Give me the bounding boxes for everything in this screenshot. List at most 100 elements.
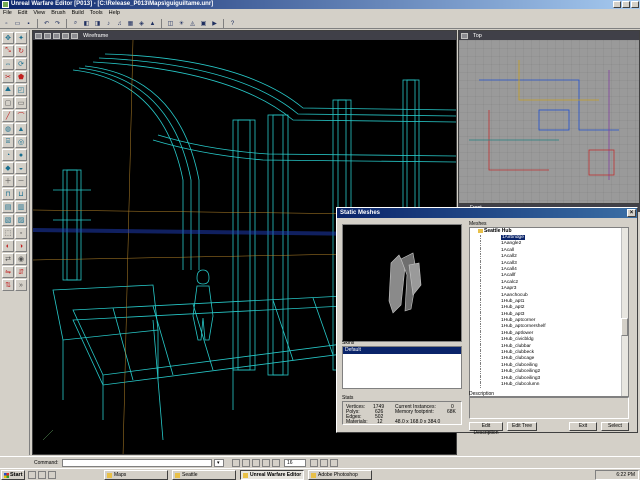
mirror-y-icon[interactable]: ⇵ [15, 266, 27, 278]
cone-builder-icon[interactable]: ▲ [15, 123, 27, 135]
hide-selected-icon[interactable]: ◐ [2, 240, 14, 252]
viewport-menu-icon[interactable] [35, 32, 42, 39]
maximize-viewport-icon[interactable] [330, 459, 338, 467]
add-special-icon[interactable]: ▥ [15, 201, 27, 213]
group-browser-icon[interactable]: ◨ [93, 19, 102, 28]
deintersect-icon[interactable]: ⊔ [15, 188, 27, 200]
build-geometry-icon[interactable]: ◫ [166, 19, 175, 28]
line-icon[interactable]: ╱ [2, 110, 14, 122]
menu-view[interactable]: View [33, 9, 45, 18]
viewport-mode-icon[interactable] [44, 32, 51, 39]
sheet-builder-icon[interactable]: ▭ [15, 97, 27, 109]
camera-icon[interactable] [320, 459, 328, 467]
spiral-stair-builder-icon[interactable]: ◎ [15, 136, 27, 148]
task-seattle[interactable]: Seattle [172, 470, 236, 480]
mesh-preview[interactable] [342, 224, 462, 342]
viewport-mode-icon[interactable] [53, 32, 60, 39]
new-icon[interactable]: ▫ [2, 19, 11, 28]
quicklaunch-desktop-icon[interactable] [28, 471, 36, 479]
lock-icon[interactable] [242, 459, 250, 467]
intersect-icon[interactable]: ⊓ [2, 188, 14, 200]
mesh-tree-item[interactable]: 1Hub_clubcolumn [480, 381, 628, 389]
build-paths-icon[interactable]: ◬ [188, 19, 197, 28]
task-maps[interactable]: Maps [104, 470, 168, 480]
edit-tree-button[interactable]: Edit Tree [507, 422, 537, 431]
redo-icon[interactable]: ↷ [53, 19, 62, 28]
scrollbar-thumb[interactable] [621, 318, 628, 336]
scale-icon[interactable]: ⤡ [2, 45, 14, 57]
sphere-builder-icon[interactable]: ● [15, 149, 27, 161]
terrain-builder-icon[interactable]: ◒ [15, 162, 27, 174]
brush-clip-icon[interactable]: ✂ [2, 71, 14, 83]
curved-stair-builder-icon[interactable]: ◔ [2, 149, 14, 161]
texture-rotate-icon[interactable]: ⟳ [15, 58, 27, 70]
build-lighting-icon[interactable]: ☀ [177, 19, 186, 28]
edit-description-button[interactable]: Edit Description [469, 422, 503, 436]
quicklaunch-outlook-icon[interactable] [48, 471, 56, 479]
camera-speed-icon[interactable]: » [15, 279, 27, 291]
play-level-icon[interactable]: ▶ [210, 19, 219, 28]
task-unreal-editor[interactable]: Unreal Warfare Editor ... [240, 470, 304, 480]
viewport-menu-icon[interactable] [461, 32, 468, 39]
static-mesh-browser-icon[interactable]: ▲ [148, 19, 157, 28]
mirror-x-icon[interactable]: ⇋ [2, 266, 14, 278]
quicklaunch-ie-icon[interactable] [38, 471, 46, 479]
snap-icon[interactable] [272, 459, 280, 467]
vertex-edit-icon[interactable]: ✦ [15, 32, 27, 44]
start-button[interactable]: Start [1, 470, 25, 480]
meshes-scrollbar[interactable] [621, 228, 628, 396]
log-icon[interactable] [232, 459, 240, 467]
curve-icon[interactable]: ⌒ [15, 110, 27, 122]
open-icon[interactable]: ▭ [13, 19, 22, 28]
vertex-snap-icon[interactable] [310, 459, 318, 467]
music-browser-icon[interactable]: ♪ [104, 19, 113, 28]
add-brush-icon[interactable]: ＋ [2, 175, 14, 187]
close-icon[interactable]: × [627, 209, 636, 217]
mesh-browser-icon[interactable]: ◈ [137, 19, 146, 28]
staircase-builder-icon[interactable]: ⌸ [2, 136, 14, 148]
rotation-grid-icon[interactable] [262, 459, 270, 467]
actor-browser-icon[interactable]: ◧ [82, 19, 91, 28]
description-field[interactable] [469, 397, 629, 419]
cylinder-builder-icon[interactable]: ◍ [2, 123, 14, 135]
cube-builder-icon[interactable]: ▢ [2, 97, 14, 109]
close-button[interactable] [631, 1, 639, 8]
meshes-tree[interactable]: Seattle Hub 1Airbridge 1Aangle2 1Acall 1Aca… [469, 227, 629, 397]
skin-item[interactable]: Default [343, 347, 461, 354]
polygon-icon[interactable]: ⬟ [15, 71, 27, 83]
show-selected-icon[interactable]: ◉ [15, 253, 27, 265]
search-icon[interactable]: ⌕ [71, 19, 80, 28]
menu-help[interactable]: Help [109, 9, 120, 18]
select-button[interactable]: Select [601, 422, 629, 431]
task-photoshop[interactable]: Adobe Photoshop [308, 470, 372, 480]
viewport-mode-icon[interactable] [71, 32, 78, 39]
menu-file[interactable]: File [3, 9, 12, 18]
texture-browser-icon[interactable]: ▦ [126, 19, 135, 28]
grid-size-select[interactable]: 16 [284, 459, 306, 467]
terrain-icon[interactable]: ⛰ [2, 84, 14, 96]
command-input[interactable] [62, 459, 212, 467]
volumetric-builder-icon[interactable]: ◆ [2, 162, 14, 174]
camera-move-icon[interactable]: ✥ [2, 32, 14, 44]
matinee-icon[interactable]: ◰ [15, 84, 27, 96]
save-icon[interactable]: ▪ [24, 19, 33, 28]
command-dropdown[interactable]: ▾ [214, 459, 224, 467]
rotate-icon[interactable]: ↻ [15, 45, 27, 57]
maximize-button[interactable] [622, 1, 630, 8]
menu-edit[interactable]: Edit [18, 9, 27, 18]
mirror-z-icon[interactable]: ⇅ [2, 279, 14, 291]
menu-brush[interactable]: Brush [51, 9, 65, 18]
exit-button[interactable]: Exit [569, 422, 597, 431]
select-none-icon[interactable]: ▫ [15, 227, 27, 239]
skins-list[interactable]: Default [342, 346, 462, 389]
tree-root-package[interactable]: Seattle Hub [470, 228, 628, 235]
select-all-icon[interactable]: ⬚ [2, 227, 14, 239]
add-antiportal-icon[interactable]: ▨ [15, 214, 27, 226]
top-viewport[interactable]: Top [458, 30, 640, 204]
texture-pan-icon[interactable]: ⇔ [2, 58, 14, 70]
subtract-brush-icon[interactable]: － [15, 175, 27, 187]
show-all-icon[interactable]: ◑ [15, 240, 27, 252]
add-mover-icon[interactable]: ▤ [2, 201, 14, 213]
help-icon[interactable]: ? [228, 19, 237, 28]
build-all-icon[interactable]: ▣ [199, 19, 208, 28]
